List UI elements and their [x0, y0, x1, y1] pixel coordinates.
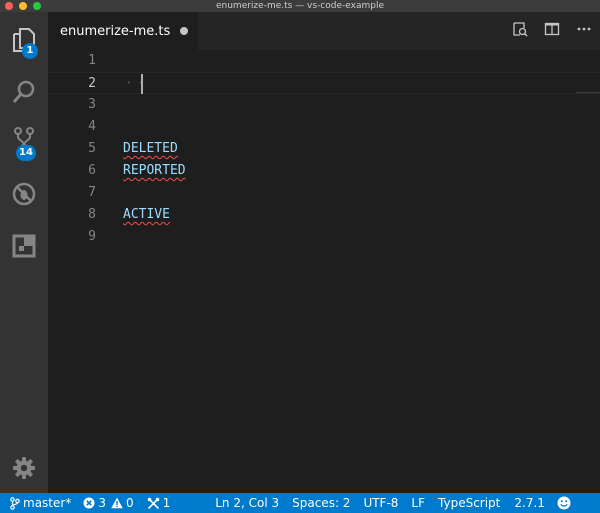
cursor-position[interactable]: Ln 2, Col 3 — [215, 493, 279, 513]
typescript-version[interactable]: 2.7.1 — [514, 493, 545, 513]
editor-tab[interactable]: enumerize-me.ts — [48, 12, 198, 50]
error-count: 3 — [98, 496, 106, 510]
maximize-window-button[interactable] — [33, 2, 41, 10]
code-line[interactable]: 5 DELETED — [48, 138, 600, 160]
current-code-line[interactable]: 2 ·· — [48, 72, 600, 94]
code-line[interactable]: 4 — [48, 116, 600, 138]
code-editor[interactable]: 1 2 ·· 3 4 5 DELETED 6 REPORTED 7 8 ACTI… — [48, 50, 600, 493]
feedback-button[interactable] — [557, 493, 574, 513]
activity-bar: 1 14 — [0, 12, 48, 493]
explorer-button[interactable]: 1 — [0, 16, 48, 64]
more-icon — [576, 21, 592, 41]
manage-settings-button[interactable] — [0, 444, 48, 492]
text-cursor — [141, 74, 143, 94]
whitespace-dots: ·· — [125, 76, 149, 91]
search-view-button[interactable] — [0, 68, 48, 116]
line-number: 9 — [88, 229, 96, 244]
code-line[interactable]: 7 — [48, 182, 600, 204]
warning-icon — [111, 497, 126, 509]
source-control-button[interactable]: 14 — [0, 116, 48, 164]
code-line[interactable]: 3 — [48, 94, 600, 116]
eol-status[interactable]: LF — [411, 493, 425, 513]
window-title: enumerize-me.ts — vs-code-example — [215, 1, 385, 11]
tools-icon — [147, 497, 163, 510]
git-branch-icon — [10, 496, 23, 510]
debug-view-button[interactable] — [0, 170, 48, 218]
language-mode[interactable]: TypeScript — [438, 493, 500, 513]
more-actions-button[interactable] — [568, 12, 600, 50]
identifier-active: ACTIVE — [123, 207, 170, 222]
problems-status[interactable]: 3 0 — [83, 493, 134, 513]
settings-gear-icon — [12, 456, 36, 480]
open-preview-icon — [512, 21, 528, 41]
status-bar: master* 3 0 1 Ln 2, Col 3 Spaces: 2 UTF-… — [0, 493, 600, 513]
split-editor-icon — [544, 21, 560, 41]
extensions-icon — [11, 233, 37, 259]
code-line[interactable]: 6 REPORTED — [48, 160, 600, 182]
line-number: 4 — [88, 119, 96, 134]
encoding-status[interactable]: UTF-8 — [363, 493, 398, 513]
editor-actions — [504, 12, 600, 50]
line-number: 2 — [88, 76, 96, 91]
line-number: 6 — [88, 163, 96, 178]
indentation-status[interactable]: Spaces: 2 — [292, 493, 350, 513]
minimize-window-button[interactable] — [19, 2, 27, 10]
explorer-badge: 1 — [22, 43, 38, 59]
line-number: 7 — [88, 185, 96, 200]
identifier-deleted: DELETED — [123, 141, 178, 156]
close-window-button[interactable] — [5, 2, 13, 10]
extensions-view-button[interactable] — [0, 222, 48, 270]
error-icon — [83, 497, 98, 509]
code-line[interactable]: 1 — [48, 50, 600, 72]
split-editor-button[interactable] — [536, 12, 568, 50]
line-number: 8 — [88, 207, 96, 222]
open-preview-button[interactable] — [504, 12, 536, 50]
task-count: 1 — [162, 496, 171, 510]
identifier-reported: REPORTED — [123, 163, 186, 178]
title-bar: enumerize-me.ts — vs-code-example — [0, 0, 600, 12]
source-control-badge: 14 — [16, 145, 36, 161]
git-branch-status[interactable]: master* — [10, 493, 71, 513]
warning-count: 0 — [125, 496, 134, 510]
code-line[interactable]: 9 — [48, 226, 600, 248]
unsaved-dot-icon[interactable] — [180, 27, 188, 35]
line-number: 5 — [88, 141, 96, 156]
code-line[interactable]: 8 ACTIVE — [48, 204, 600, 226]
search-icon — [11, 79, 37, 105]
branch-name: master* — [23, 496, 72, 510]
editor-tab-strip: enumerize-me.ts — [48, 12, 600, 50]
line-number: 3 — [88, 97, 96, 112]
smiley-icon — [557, 496, 574, 510]
debug-icon — [11, 181, 37, 207]
line-number: 1 — [88, 53, 96, 68]
tab-label: enumerize-me.ts — [60, 23, 171, 39]
overview-ruler-marker — [576, 92, 600, 93]
tasks-status[interactable]: 1 — [147, 493, 171, 513]
